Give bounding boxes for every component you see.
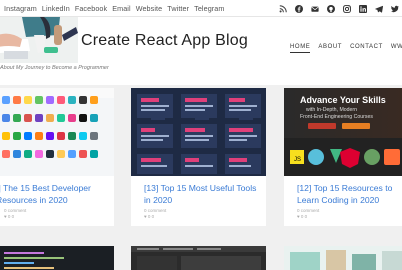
nav-wws[interactable]: WWS — [391, 44, 402, 53]
post-card-5[interactable] — [131, 246, 266, 270]
post-card-3[interactable]: Advance Your Skills with In-Depth, Moder… — [284, 88, 402, 226]
twitter-icon[interactable] — [389, 3, 400, 14]
post-card-4[interactable] — [0, 246, 114, 270]
post-card-6[interactable] — [284, 246, 402, 270]
instagram-icon[interactable] — [341, 3, 352, 14]
post-thumbnail-4[interactable] — [0, 246, 114, 270]
post-title-2[interactable]: [13] Top 15 Most Useful Tools in 2020 — [144, 182, 256, 206]
social-link-twitter[interactable]: Twitter — [167, 4, 189, 13]
post-meta-2: 0 comment ♥ 0 0 — [144, 208, 167, 219]
nav-home[interactable]: HOME — [290, 44, 311, 53]
site-header: Create React App Blog About My Journey t… — [0, 17, 402, 85]
social-link-instagram[interactable]: Instagram — [4, 4, 37, 13]
main-nav: HOME ABOUT CONTACT WWS — [290, 44, 402, 53]
svg-text:JS: JS — [294, 157, 301, 163]
post-thumbnail-1[interactable] — [0, 88, 114, 176]
hero-illustration — [0, 17, 78, 63]
nav-about[interactable]: ABOUT — [318, 44, 342, 53]
social-link-facebook[interactable]: Facebook — [75, 4, 107, 13]
tech-logos: JS — [284, 138, 402, 176]
rss-icon[interactable] — [277, 3, 288, 14]
post-thumbnail-6[interactable] — [284, 246, 402, 270]
telegram-icon[interactable] — [373, 3, 384, 14]
facebook-icon[interactable] — [293, 3, 304, 14]
post-thumbnail-2[interactable] — [131, 88, 266, 176]
social-link-email[interactable]: Email — [112, 4, 130, 13]
promo-subline-1: with In-Depth, Modern — [306, 107, 358, 113]
post-meta-1: 0 comment ♥ 0 0 — [4, 208, 27, 219]
email-icon[interactable] — [309, 3, 320, 14]
promo-button-1[interactable] — [308, 123, 336, 129]
promo-button-2[interactable] — [342, 123, 370, 129]
nav-contact[interactable]: CONTACT — [350, 44, 383, 53]
post-thumbnail-3[interactable]: Advance Your Skills with In-Depth, Moder… — [284, 88, 402, 176]
promo-subline-2: Front-End Engineering Courses — [300, 114, 373, 120]
social-link-telegram[interactable]: Telegram — [194, 4, 224, 13]
linkedin-icon[interactable] — [357, 3, 368, 14]
github-icon[interactable] — [325, 3, 336, 14]
site-title[interactable]: Create React App Blog — [81, 32, 248, 50]
post-meta-3: 0 comment ♥ 0 0 — [297, 208, 320, 219]
post-title-1[interactable]: [] The 15 Best Developer Resources in 20… — [0, 182, 91, 206]
social-icons — [277, 3, 400, 14]
social-link-website[interactable]: Website — [136, 4, 163, 13]
promo-headline: Advance Your Skills — [300, 95, 386, 105]
post-thumbnail-5[interactable] — [131, 246, 266, 270]
post-title-3[interactable]: [12] Top 15 Resources to Learn Coding in… — [297, 182, 392, 206]
post-card-1[interactable]: [] The 15 Best Developer Resources in 20… — [0, 88, 114, 226]
site-tagline: About My Journey to Become a Programmer — [0, 65, 109, 71]
social-link-linkedin[interactable]: LinkedIn — [42, 4, 70, 13]
social-links: Instagram LinkedIn Facebook Email Websit… — [4, 4, 224, 13]
top-bar: Instagram LinkedIn Facebook Email Websit… — [0, 0, 402, 17]
post-card-2[interactable]: [13] Top 15 Most Useful Tools in 2020 0 … — [131, 88, 266, 226]
